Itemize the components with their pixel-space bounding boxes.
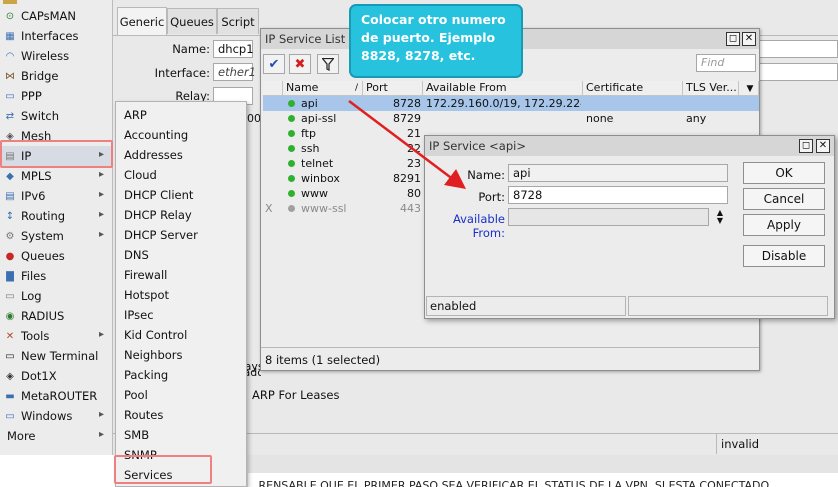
red-arrow-icon xyxy=(348,100,466,190)
